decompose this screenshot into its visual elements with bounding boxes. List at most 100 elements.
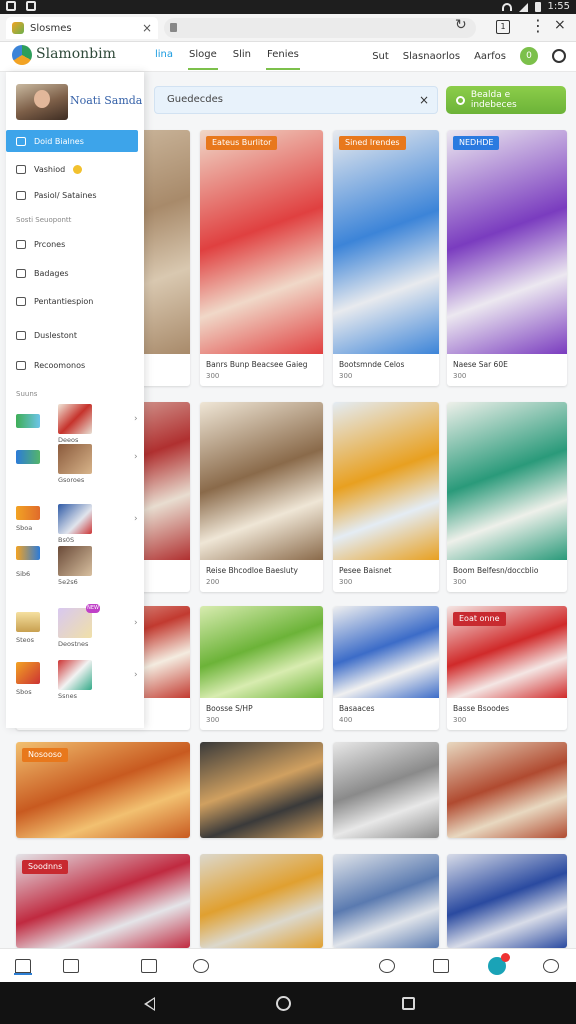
sidebar-subitem[interactable]: Sboa Bs0S › xyxy=(6,502,144,544)
search-input[interactable]: Guedecdes × xyxy=(154,86,438,114)
nav-item[interactable]: Sloge xyxy=(188,42,218,70)
house-icon[interactable] xyxy=(62,957,80,975)
brand-name[interactable]: Slamonbim xyxy=(36,46,116,62)
home-icon[interactable] xyxy=(14,957,32,975)
sidebar-subitem[interactable]: Gsoroes › xyxy=(6,442,144,484)
address-bar[interactable] xyxy=(164,18,476,38)
badge-dot-icon xyxy=(501,953,510,962)
home-icon xyxy=(16,136,26,146)
product-card[interactable]: Soodnns xyxy=(16,854,190,948)
browser-menu-button[interactable]: ⋮ xyxy=(530,16,546,35)
sidebar-item-pin[interactable]: Badages xyxy=(6,262,138,284)
sidebar-item-label: Recoomonos xyxy=(34,360,86,370)
sidebar-item-list[interactable]: Pasiol/ Sataines xyxy=(6,184,138,206)
sidebar-item-home[interactable]: Doid Bialnes xyxy=(6,130,138,152)
favicon-icon xyxy=(12,22,24,34)
search-placeholder: Guedecdes xyxy=(167,94,223,105)
product-title: Bootsmnde Celos xyxy=(339,360,405,369)
product-title: Banrs Bunp Beacsee Gaieg xyxy=(206,360,308,369)
sidebar-item-chat[interactable]: Pentantiespion xyxy=(6,290,138,312)
nav-item[interactable]: Fenies xyxy=(266,42,300,70)
sidebar-subitem[interactable]: Steos NEW Deostnes › xyxy=(6,604,144,648)
comment-icon[interactable] xyxy=(378,957,396,975)
browser-tab[interactable]: Slosmes × xyxy=(6,17,158,39)
product-card[interactable]: Reise Bhcodloe Baesluty 200 xyxy=(200,402,323,592)
clear-search-icon[interactable]: × xyxy=(419,87,429,113)
product-card[interactable] xyxy=(333,742,439,838)
window-icon[interactable] xyxy=(432,957,450,975)
reload-button[interactable]: ↻ xyxy=(455,17,467,33)
home-button-icon[interactable] xyxy=(276,996,291,1011)
nav-item[interactable]: lina xyxy=(154,42,174,70)
sidebar-item-label: Pentantiespion xyxy=(34,296,94,306)
product-card[interactable]: Basaaces 400 xyxy=(333,606,439,730)
product-card[interactable]: Boosse S/HP 300 xyxy=(200,606,323,730)
product-price: 300 xyxy=(206,372,220,380)
chat-icon[interactable] xyxy=(192,957,210,975)
sidebar-item-tag[interactable]: Vashiod xyxy=(6,158,138,180)
sidebar-item-grid[interactable]: Prcones xyxy=(6,233,138,255)
sidebar-item-label: Duslestont xyxy=(34,330,77,340)
sidebar-item-label: Prcones xyxy=(34,239,66,249)
profile-icon[interactable] xyxy=(542,957,560,975)
recents-icon[interactable] xyxy=(402,997,415,1010)
product-card[interactable] xyxy=(200,854,323,948)
product-banner: NEDHDE xyxy=(453,136,500,150)
sidebar-subitem[interactable]: Sbos Ssnes › xyxy=(6,656,144,700)
tab-switcher-button[interactable]: 1 xyxy=(496,20,510,34)
product-card[interactable] xyxy=(447,854,567,948)
sidebar-subitem[interactable]: Deeos › xyxy=(6,402,144,444)
sidebar-thumbnail-label: Ssnes xyxy=(58,692,78,700)
bottom-nav xyxy=(0,948,576,982)
avatar[interactable] xyxy=(16,84,68,120)
brand-logo-icon[interactable] xyxy=(12,45,32,65)
chevron-right-icon[interactable]: › xyxy=(134,670,138,680)
chevron-right-icon[interactable]: › xyxy=(134,618,138,628)
product-card[interactable]: Eoat onne Basse Bsoodes 300 xyxy=(447,606,567,730)
header-link[interactable]: Sut xyxy=(372,51,389,62)
product-card[interactable]: Boom Belfesn/doccblio 300 xyxy=(447,402,567,592)
chevron-right-icon[interactable]: › xyxy=(134,514,138,524)
product-price: 300 xyxy=(453,716,467,724)
product-card[interactable]: Nosooso xyxy=(16,742,190,838)
browser-close-button[interactable]: × xyxy=(554,17,566,33)
product-title: Pesee Baisnet xyxy=(339,566,392,575)
product-image xyxy=(447,402,567,560)
chevron-right-icon[interactable]: › xyxy=(134,414,138,424)
product-image xyxy=(200,402,323,560)
category-icon xyxy=(16,506,40,520)
category-icon xyxy=(16,612,40,632)
battery-icon xyxy=(534,2,541,12)
sidebar-subitem[interactable]: Sib6 5e2s6 xyxy=(6,544,144,586)
pin-icon xyxy=(16,268,26,278)
cta-button[interactable]: Bealda e indebeces xyxy=(446,86,566,114)
nav-item[interactable]: Slin xyxy=(232,42,252,70)
tab-title: Slosmes xyxy=(30,22,72,34)
product-card[interactable] xyxy=(333,854,439,948)
profile-name[interactable]: Noati Samda xyxy=(70,94,142,107)
product-card[interactable]: NEDHDE Naese Sar 60E 300 xyxy=(447,130,567,386)
sidebar-section-label: Suuns xyxy=(16,390,38,398)
header-link[interactable]: Slasnaorlos xyxy=(403,51,460,62)
product-card[interactable] xyxy=(447,742,567,838)
lock-icon[interactable] xyxy=(140,957,158,975)
product-card[interactable]: Sined Irendes Bootsmnde Celos 300 xyxy=(333,130,439,386)
user-icon[interactable] xyxy=(552,49,566,63)
product-title: Basse Bsoodes xyxy=(453,704,510,713)
header-link[interactable]: Aarfos xyxy=(474,51,506,62)
product-price: 300 xyxy=(453,372,467,380)
app-header: Slamonbim lina Sloge Slin Fenies Sut Sla… xyxy=(0,42,576,72)
active-app-icon[interactable] xyxy=(488,953,510,975)
product-card[interactable]: Eateus Burlitor Banrs Bunp Beacsee Gaieg 3… xyxy=(200,130,323,386)
product-card[interactable] xyxy=(200,742,323,838)
back-icon[interactable] xyxy=(144,997,155,1011)
status-time: 1:55 xyxy=(547,1,570,12)
sidebar-item-calendar[interactable]: Duslestont xyxy=(6,324,138,346)
product-title: Boom Belfesn/doccblio xyxy=(453,566,539,575)
product-card[interactable]: Pesee Baisnet 300 xyxy=(333,402,439,592)
tab-close-button[interactable]: × xyxy=(142,21,152,35)
notification-badge[interactable]: 0 xyxy=(520,47,538,65)
sidebar-item-star[interactable]: Recoomonos xyxy=(6,354,138,376)
chevron-right-icon[interactable]: › xyxy=(134,452,138,462)
category-icon xyxy=(16,414,40,428)
